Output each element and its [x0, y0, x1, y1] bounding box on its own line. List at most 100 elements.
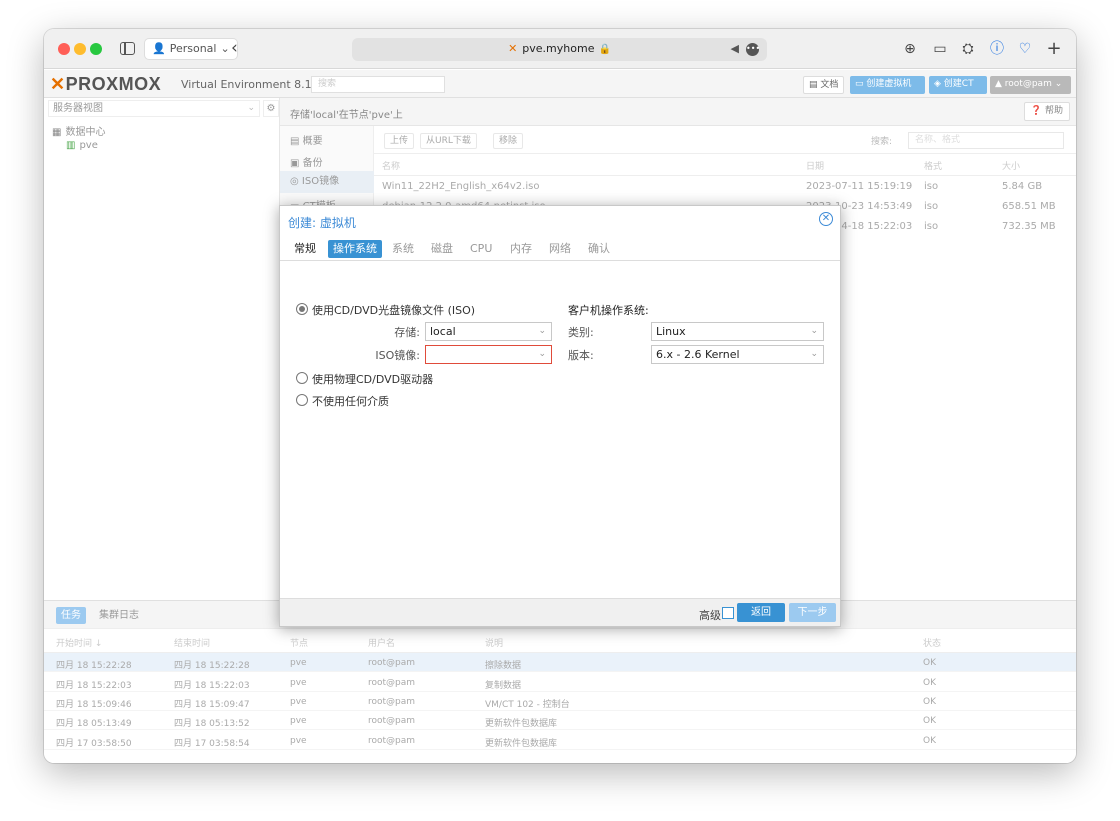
use-physical-drive-radio[interactable]	[296, 372, 308, 384]
os-version-label: 版本:	[568, 349, 594, 362]
column-user[interactable]: 用户名	[368, 636, 395, 649]
pve-header: ✕PROXMOX Virtual Environment 8.1.10 搜索 ▤…	[44, 70, 1076, 98]
zoom-window-button[interactable]	[90, 43, 102, 55]
proxmox-favicon-icon: ✕	[508, 42, 518, 55]
help-button[interactable]: ❓ 帮助	[1023, 102, 1070, 121]
tree-node-datacenter[interactable]: ▦ 数据中心	[52, 123, 105, 138]
view-select[interactable]: 服务器视图 ⌄	[48, 100, 260, 117]
iso-search-input[interactable]: 名称、格式	[908, 132, 1064, 149]
advanced-checkbox[interactable]	[722, 607, 734, 619]
browser-window: 👤 Personal ⌄ ‹ ✕ pve.myhome 🔒 ◀ ••• ⊕ ▭ ⛭ …	[44, 29, 1076, 763]
column-status[interactable]: 状态	[923, 636, 941, 649]
extension-agent-icon[interactable]: ⛭	[957, 38, 979, 60]
column-end-time[interactable]: 结束时间	[174, 636, 210, 649]
task-row[interactable]: 四月 18 15:22:03 四月 18 15:22:03 pve root@p…	[44, 673, 1076, 692]
use-iso-label: 使用CD/DVD光盘镜像文件 (ISO)	[312, 304, 476, 317]
tab-confirm[interactable]: 确认	[583, 240, 615, 258]
chevron-down-icon: ⌄	[810, 349, 818, 359]
tab-network[interactable]: 网络	[544, 240, 576, 258]
tree-node-pve[interactable]: ▥ pve	[66, 140, 98, 151]
subnav-backup[interactable]: ▣ 备份	[290, 154, 323, 169]
use-iso-radio[interactable]	[296, 303, 308, 315]
dialog-title: 创建: 虚拟机	[288, 216, 356, 230]
proxmox-logo: ✕PROXMOX	[50, 74, 162, 94]
column-name[interactable]: 名称	[382, 159, 400, 172]
task-table-header: 开始时间 ↓ 结束时间 节点 用户名 说明 状态	[44, 629, 1076, 653]
back-arrow-icon[interactable]: ‹	[231, 38, 238, 58]
create-vm-button[interactable]: ▭ 创建虚拟机	[850, 76, 925, 94]
storage-select[interactable]: local ⌄	[425, 322, 552, 341]
resource-tree: 服务器视图 ⌄ ⚙ ▦ 数据中心 ▥ pve	[44, 98, 280, 600]
chevron-down-icon: ⌄	[247, 103, 255, 113]
server-icon: ▥	[66, 140, 76, 151]
tab-system[interactable]: 系统	[387, 240, 419, 258]
docs-button[interactable]: ▤ 文档	[803, 76, 845, 94]
tab-disks[interactable]: 磁盘	[426, 240, 458, 258]
column-size[interactable]: 大小	[1002, 159, 1020, 172]
close-icon[interactable]: ✕	[819, 212, 833, 226]
no-media-label: 不使用任何介质	[312, 395, 389, 408]
upload-button[interactable]: 上传	[384, 133, 415, 149]
cube-icon: ◈	[934, 79, 944, 89]
tab-tasks[interactable]: 任务	[56, 607, 86, 624]
book-icon: ▤	[290, 136, 303, 147]
download-url-button[interactable]: 从URL下载	[420, 133, 477, 149]
book-icon: ▤	[809, 80, 821, 90]
more-icon[interactable]: •••	[746, 43, 760, 56]
column-start-time[interactable]: 开始时间 ↓	[56, 636, 102, 649]
column-description[interactable]: 说明	[485, 636, 503, 649]
shield-icon[interactable]: ♡	[1014, 38, 1036, 60]
os-type-select[interactable]: Linux ⌄	[651, 322, 824, 341]
download-icon[interactable]: ⊕	[899, 38, 921, 60]
close-window-button[interactable]	[58, 43, 70, 55]
remove-button[interactable]: 移除	[493, 133, 524, 149]
speaker-icon[interactable]: ◀	[731, 42, 739, 55]
task-row[interactable]: 四月 18 05:13:49 四月 18 05:13:52 pve root@p…	[44, 711, 1076, 730]
sidebar-toggle-icon[interactable]	[120, 42, 135, 55]
question-icon: ❓	[1030, 106, 1043, 116]
user-menu-button[interactable]: ▲ root@pam ⌄	[990, 76, 1071, 94]
task-row[interactable]: 四月 17 03:58:50 四月 17 03:58:54 pve root@p…	[44, 731, 1076, 750]
password-manager-icon[interactable]: ⓘ	[986, 38, 1008, 60]
profile-button[interactable]: 👤 Personal ⌄	[144, 38, 238, 60]
next-button[interactable]: 下一步	[789, 603, 836, 622]
subnav-summary[interactable]: ▤ 概要	[290, 132, 323, 147]
os-type-label: 类别:	[568, 326, 594, 339]
tab-os[interactable]: 操作系统	[328, 240, 382, 258]
tab-general[interactable]: 常规	[289, 240, 321, 258]
column-node[interactable]: 节点	[290, 636, 308, 649]
table-row[interactable]: Win11_22H2_English_x64v2.iso 2023-07-11 …	[374, 176, 1076, 196]
version-label: Virtual Environment 8.1.10	[181, 78, 330, 91]
tab-cpu[interactable]: CPU	[465, 240, 497, 258]
create-vm-dialog: 创建: 虚拟机 ✕ 常规 操作系统 系统 磁盘 CPU 内存 网络 确认 使用C…	[279, 205, 841, 627]
lock-icon: 🔒	[598, 44, 611, 55]
dialog-footer: 高级 返回 下一步	[280, 598, 840, 626]
minimize-window-button[interactable]	[74, 43, 86, 55]
task-row[interactable]: 四月 18 15:09:46 四月 18 15:09:47 pve root@p…	[44, 692, 1076, 711]
tab-cluster-log[interactable]: 集群日志	[94, 607, 144, 624]
address-bar[interactable]: ✕ pve.myhome 🔒 ◀ •••	[352, 38, 767, 61]
gear-icon[interactable]: ⚙	[263, 100, 279, 117]
use-physical-drive-label: 使用物理CD/DVD驱动器	[312, 373, 434, 386]
create-ct-button[interactable]: ◈ 创建CT	[929, 76, 987, 94]
back-button[interactable]: 返回	[737, 603, 785, 622]
subnav-iso[interactable]: ◎ ISO镜像	[280, 171, 374, 193]
search-input[interactable]: 搜索	[311, 76, 445, 93]
guest-os-title: 客户机操作系统:	[568, 304, 649, 317]
wizard-tabs: 常规 操作系统 系统 磁盘 CPU 内存 网络 确认	[280, 236, 840, 261]
advanced-label: 高级	[699, 609, 721, 622]
extension-card-icon[interactable]: ▭	[929, 38, 951, 60]
floppy-icon: ▣	[290, 158, 303, 169]
table-header: 名称 日期 格式 大小	[374, 154, 1076, 176]
tab-memory[interactable]: 内存	[505, 240, 537, 258]
os-version-select[interactable]: 6.x - 2.6 Kernel ⌄	[651, 345, 824, 364]
task-row[interactable]: 四月 18 15:22:28 四月 18 15:22:28 pve root@p…	[44, 653, 1076, 672]
column-date[interactable]: 日期	[806, 159, 824, 172]
no-media-radio[interactable]	[296, 394, 308, 406]
iso-image-select[interactable]: ⌄	[425, 345, 552, 364]
new-tab-icon[interactable]: +	[1043, 38, 1065, 60]
column-format[interactable]: 格式	[924, 159, 942, 172]
search-label: 搜索:	[871, 137, 893, 147]
disc-icon: ◎	[290, 176, 302, 187]
monitor-icon: ▭	[855, 79, 867, 89]
